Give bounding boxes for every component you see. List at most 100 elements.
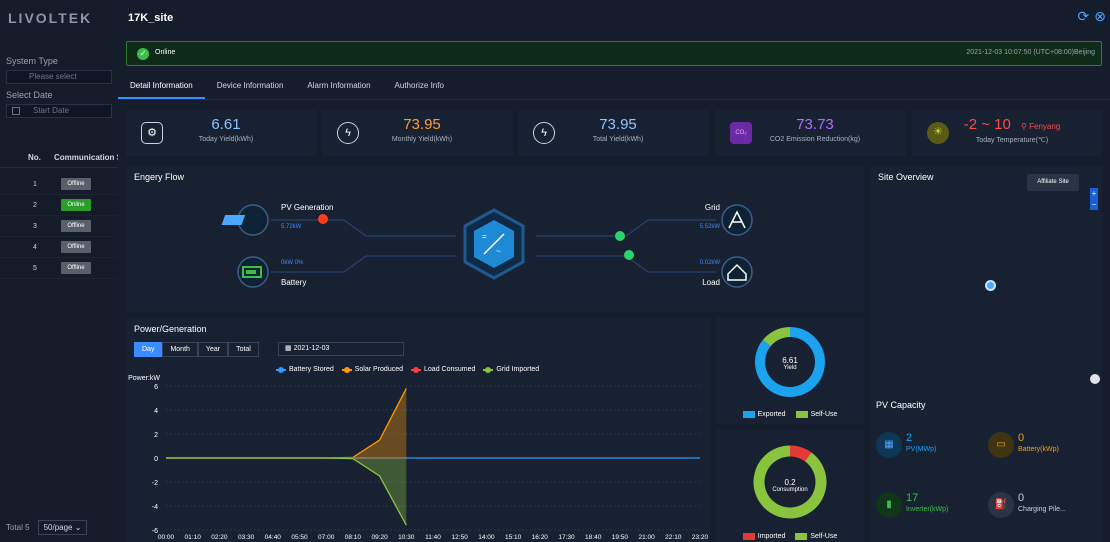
chevron-down-icon: ⌄ (74, 523, 82, 532)
site-marker-icon[interactable] (985, 280, 996, 291)
page-size-value: 50/page (43, 523, 73, 532)
row-number: 2 (33, 201, 37, 209)
battery-value: 0kW 0% (281, 260, 304, 266)
tab-alarm-information[interactable]: Alarm Information (295, 72, 382, 99)
y-tick-label: -2 (152, 480, 158, 487)
close-icon[interactable]: ⊗ (1094, 8, 1106, 25)
donut-legend: Imported Self-Use (716, 533, 864, 540)
system-type-select[interactable]: Please select (6, 70, 112, 84)
energy-flow-card: Engery Flow = ~ PV Generation 5.72kW 0kW… (126, 166, 864, 312)
capacity-inverter: ▮ 17 Inverter(kWp) (876, 492, 948, 518)
x-tick-label: 08:10 (345, 534, 362, 541)
pv-label: PV Generation (281, 203, 334, 212)
legend-self-use: Self-Use (810, 533, 838, 540)
page-size-select[interactable]: 50/page ⌄ (37, 520, 88, 535)
capacity-value: 0 (1018, 492, 1025, 504)
capacity-label: PV(MWp) (906, 446, 937, 453)
x-tick-label: 11:40 (425, 534, 441, 541)
list-icon[interactable] (1090, 374, 1100, 384)
table-row[interactable]: 1 Offline (0, 174, 118, 195)
pv-capacity-title: PV Capacity (876, 400, 926, 410)
kpi-monthly-yield: ϟ 73.95 Monthly Yield(kWh) (322, 110, 513, 156)
consumption-value: 0.2 (784, 478, 796, 487)
table-row[interactable]: 3 Offline (0, 216, 118, 237)
y-axis-label: Power:kW (128, 375, 160, 382)
x-tick-label: 14:00 (478, 534, 495, 541)
power-generation-card: Power/Generation Day Month Year Total ▦ … (126, 318, 710, 542)
x-tick-label: 12:50 (452, 534, 469, 541)
x-tick-label: 16:20 (532, 534, 549, 541)
capacity-value: 0 (1018, 432, 1025, 444)
svg-text:~: ~ (496, 247, 501, 256)
consumption-donut-card: 0.2 Consumption Imported Self-Use (716, 430, 864, 542)
y-tick-label: 4 (154, 408, 158, 415)
tab-device-information[interactable]: Device Information (205, 72, 296, 99)
table-row[interactable]: 5 Offline (0, 258, 118, 279)
kpi-value: 73.73 (796, 116, 834, 133)
pagination: Total 5 50/page ⌄ (6, 520, 88, 535)
timestamp: 2021-12-03 10:07:50 (UTC+08:00)Beijing (966, 49, 1095, 56)
zoom-out-button[interactable]: − (1090, 199, 1098, 210)
yield-donut (755, 327, 825, 397)
col-no: No. (28, 153, 41, 162)
load-value: 0.02kW (699, 260, 720, 266)
site-table: No. Communication S 1 Offline 2 Online 3… (0, 148, 118, 279)
series-area (166, 388, 407, 458)
capacity-value: 2 (906, 432, 913, 444)
status-badge: Offline (61, 241, 91, 253)
row-number: 1 (33, 180, 37, 188)
x-tick-label: 07:00 (318, 534, 335, 541)
y-tick-label: 2 (154, 432, 158, 439)
yield-label: Yield (783, 365, 797, 371)
y-tick-label: 6 (154, 384, 158, 391)
kpi-label: Total Yield(kWh) (592, 136, 644, 143)
affiliate-site-button[interactable]: Affiliate Site (1027, 174, 1079, 191)
x-tick-label: 18:40 (585, 534, 602, 541)
status-strip: ✓ Online 2021-12-03 10:07:50 (UTC+08:00)… (126, 41, 1102, 66)
row-number: 3 (33, 222, 37, 230)
location-pin-icon: ⚲ (1021, 122, 1027, 131)
capacity-label: Inverter(kWp) (906, 506, 949, 513)
x-tick-label: 09:20 (371, 534, 388, 541)
calendar-icon (12, 107, 20, 115)
capacity-label: Charging Pile... (1018, 506, 1066, 513)
capacity-value: 17 (906, 492, 919, 504)
table-header: No. Communication S (0, 148, 118, 168)
kpi-value: 6.61 (211, 116, 241, 133)
tab-detail-information[interactable]: Detail Information (118, 72, 205, 99)
y-tick-label: -4 (152, 504, 158, 511)
zoom-in-button[interactable]: + (1090, 188, 1098, 199)
power-chart: Power:kW6420-2-4-600:00 01:10 02:20 03:30 04… (128, 375, 708, 541)
kpi-today-yield: ⚙ 6.61 Today Yield(kWh) (126, 110, 317, 156)
row-number: 5 (33, 264, 37, 272)
panel-actions: ⟳ ⊗ (1078, 8, 1106, 25)
panel-title: 17K_site (128, 12, 174, 24)
system-type-label: System Type (6, 56, 58, 66)
refresh-icon[interactable]: ⟳ (1078, 8, 1090, 25)
online-status: Online (155, 49, 176, 56)
capacity-pv: ▦ 2 PV(MWp) (876, 432, 936, 458)
load-label: Load (702, 278, 720, 287)
kpi-value: 73.95 (403, 116, 441, 133)
inverter-icon: ▮ (876, 492, 902, 518)
battery-label: Battery (281, 278, 307, 287)
location-name: Fenyang (1029, 122, 1061, 131)
x-tick-label: 19:50 (612, 534, 629, 541)
site-overview-card: Site Overview Affiliate Site + − PV Capa… (870, 166, 1102, 542)
table-row[interactable]: 4 Offline (0, 237, 118, 258)
kpi-label: Today Yield(kWh) (198, 136, 254, 143)
legend-exported: Exported (757, 411, 786, 418)
yield-donut-card: 6.61 Yield Exported Self-Use (716, 318, 864, 424)
tab-authorize-info[interactable]: Authorize Info (383, 72, 456, 99)
kpi-label: Today Temperature(℃) (975, 137, 1049, 144)
row-number: 4 (33, 243, 37, 251)
start-date-input[interactable]: Start Date (6, 104, 112, 118)
site-detail-panel: 17K_site ⟳ ⊗ ✓ Online 2021-12-03 10:07:5… (118, 0, 1110, 542)
start-date-placeholder: Start Date (33, 106, 70, 115)
kpi-value: -2 ~ 10 (963, 116, 1011, 133)
table-row[interactable]: 2 Online (0, 195, 118, 216)
x-tick-label: 02:20 (211, 534, 228, 541)
kpi-total-yield: ϟ 73.95 Total Yield(kWh) (518, 110, 709, 156)
donut-slice (763, 327, 791, 347)
status-badge: Offline (61, 262, 91, 274)
